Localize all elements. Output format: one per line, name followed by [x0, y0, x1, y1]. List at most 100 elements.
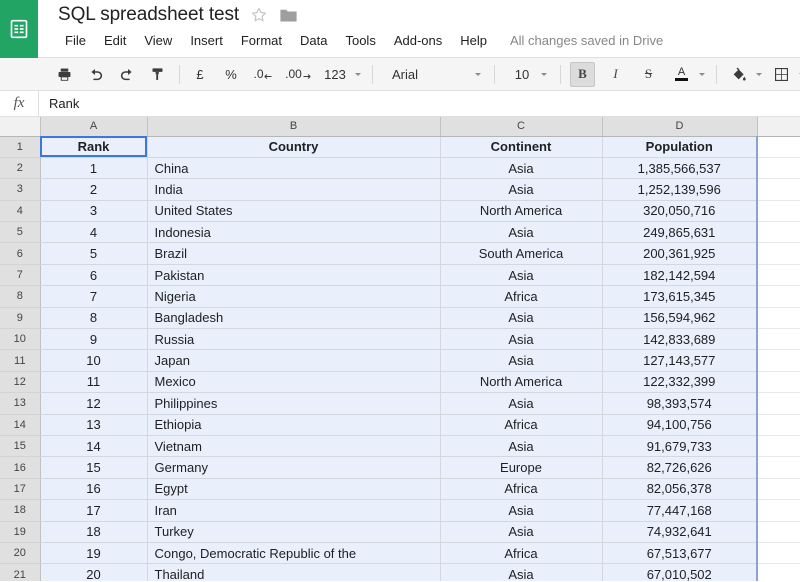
cell-c13[interactable]: Asia	[440, 393, 602, 414]
italic-button[interactable]: I	[603, 62, 628, 87]
cell-b20[interactable]: Congo, Democratic Republic of the	[147, 542, 440, 563]
row-header-10[interactable]: 10	[0, 329, 40, 350]
column-header-e[interactable]	[757, 117, 800, 136]
cell-e7[interactable]	[757, 264, 800, 285]
font-family-select[interactable]: Arial	[382, 62, 485, 87]
cell-c2[interactable]: Asia	[440, 157, 602, 178]
row-header-2[interactable]: 2	[0, 157, 40, 178]
cell-e3[interactable]	[757, 179, 800, 200]
sheets-home-button[interactable]	[0, 0, 38, 58]
cell-b11[interactable]: Japan	[147, 350, 440, 371]
cell-b6[interactable]: Brazil	[147, 243, 440, 264]
print-button[interactable]	[52, 62, 77, 87]
cell-e19[interactable]	[757, 521, 800, 542]
cell-a11[interactable]: 10	[40, 350, 147, 371]
menu-item-tools[interactable]: Tools	[336, 30, 384, 51]
cell-d12[interactable]: 122,332,399	[602, 371, 757, 392]
menu-item-data[interactable]: Data	[291, 30, 336, 51]
cell-d11[interactable]: 127,143,577	[602, 350, 757, 371]
cell-e18[interactable]	[757, 500, 800, 521]
row-header-18[interactable]: 18	[0, 500, 40, 521]
bold-button[interactable]: B	[570, 62, 595, 87]
cell-b16[interactable]: Germany	[147, 457, 440, 478]
row-header-3[interactable]: 3	[0, 179, 40, 200]
cell-e13[interactable]	[757, 393, 800, 414]
cell-b9[interactable]: Bangladesh	[147, 307, 440, 328]
cell-c14[interactable]: Africa	[440, 414, 602, 435]
spreadsheet-grid[interactable]: A B C D 1RankCountryContinentPopulation2…	[0, 117, 800, 581]
cell-d17[interactable]: 82,056,378	[602, 478, 757, 499]
cell-e2[interactable]	[757, 157, 800, 178]
fill-color-chevron-down-icon[interactable]	[756, 73, 762, 76]
row-header-6[interactable]: 6	[0, 243, 40, 264]
cell-c8[interactable]: Africa	[440, 286, 602, 307]
borders-button[interactable]	[769, 62, 794, 87]
cell-d7[interactable]: 182,142,594	[602, 264, 757, 285]
formula-input[interactable]: Rank	[39, 91, 800, 116]
cell-a9[interactable]: 8	[40, 307, 147, 328]
cell-b14[interactable]: Ethiopia	[147, 414, 440, 435]
row-header-1[interactable]: 1	[0, 136, 40, 157]
increase-decimal-button[interactable]: .00	[284, 62, 312, 87]
column-header-b[interactable]: B	[147, 117, 440, 136]
cell-a15[interactable]: 14	[40, 435, 147, 456]
cell-b17[interactable]: Egypt	[147, 478, 440, 499]
cell-a17[interactable]: 16	[40, 478, 147, 499]
cell-e16[interactable]	[757, 457, 800, 478]
fill-color-button[interactable]	[726, 62, 751, 87]
cell-b3[interactable]: India	[147, 179, 440, 200]
cell-b13[interactable]: Philippines	[147, 393, 440, 414]
cell-d21[interactable]: 67,010,502	[602, 564, 757, 581]
cell-d15[interactable]: 91,679,733	[602, 435, 757, 456]
row-header-17[interactable]: 17	[0, 478, 40, 499]
cell-d14[interactable]: 94,100,756	[602, 414, 757, 435]
cell-a16[interactable]: 15	[40, 457, 147, 478]
cell-e11[interactable]	[757, 350, 800, 371]
row-header-7[interactable]: 7	[0, 264, 40, 285]
cell-c15[interactable]: Asia	[440, 435, 602, 456]
cell-e14[interactable]	[757, 414, 800, 435]
cell-c17[interactable]: Africa	[440, 478, 602, 499]
row-header-15[interactable]: 15	[0, 435, 40, 456]
cell-b21[interactable]: Thailand	[147, 564, 440, 581]
menu-item-view[interactable]: View	[135, 30, 181, 51]
text-color-chevron-down-icon[interactable]	[699, 73, 705, 76]
menu-item-add-ons[interactable]: Add-ons	[385, 30, 451, 51]
row-header-12[interactable]: 12	[0, 371, 40, 392]
star-outline-icon[interactable]	[250, 6, 268, 24]
cell-b4[interactable]: United States	[147, 200, 440, 221]
currency-format-button[interactable]: £	[189, 62, 211, 87]
font-size-select[interactable]: 10	[504, 62, 551, 87]
cell-c5[interactable]: Asia	[440, 222, 602, 243]
undo-button[interactable]	[83, 62, 108, 87]
cell-d4[interactable]: 320,050,716	[602, 200, 757, 221]
cell-b18[interactable]: Iran	[147, 500, 440, 521]
cell-a3[interactable]: 2	[40, 179, 147, 200]
cell-c18[interactable]: Asia	[440, 500, 602, 521]
folder-icon[interactable]	[279, 7, 298, 24]
cell-b19[interactable]: Turkey	[147, 521, 440, 542]
menu-item-insert[interactable]: Insert	[181, 30, 232, 51]
cell-a13[interactable]: 12	[40, 393, 147, 414]
cell-e5[interactable]	[757, 222, 800, 243]
cell-a6[interactable]: 5	[40, 243, 147, 264]
menu-item-edit[interactable]: Edit	[95, 30, 135, 51]
cell-d5[interactable]: 249,865,631	[602, 222, 757, 243]
number-format-button[interactable]: 123	[320, 62, 350, 87]
redo-button[interactable]	[114, 62, 139, 87]
number-format-chevron-down-icon[interactable]	[355, 73, 361, 76]
cell-a4[interactable]: 3	[40, 200, 147, 221]
cell-e17[interactable]	[757, 478, 800, 499]
cell-d20[interactable]: 67,513,677	[602, 542, 757, 563]
cell-c9[interactable]: Asia	[440, 307, 602, 328]
row-header-8[interactable]: 8	[0, 286, 40, 307]
cell-e20[interactable]	[757, 542, 800, 563]
cell-b1[interactable]: Country	[147, 136, 440, 157]
row-header-11[interactable]: 11	[0, 350, 40, 371]
row-header-14[interactable]: 14	[0, 414, 40, 435]
cell-c21[interactable]: Asia	[440, 564, 602, 581]
cell-c4[interactable]: North America	[440, 200, 602, 221]
strikethrough-button[interactable]: S	[636, 62, 661, 87]
cell-b8[interactable]: Nigeria	[147, 286, 440, 307]
column-header-c[interactable]: C	[440, 117, 602, 136]
